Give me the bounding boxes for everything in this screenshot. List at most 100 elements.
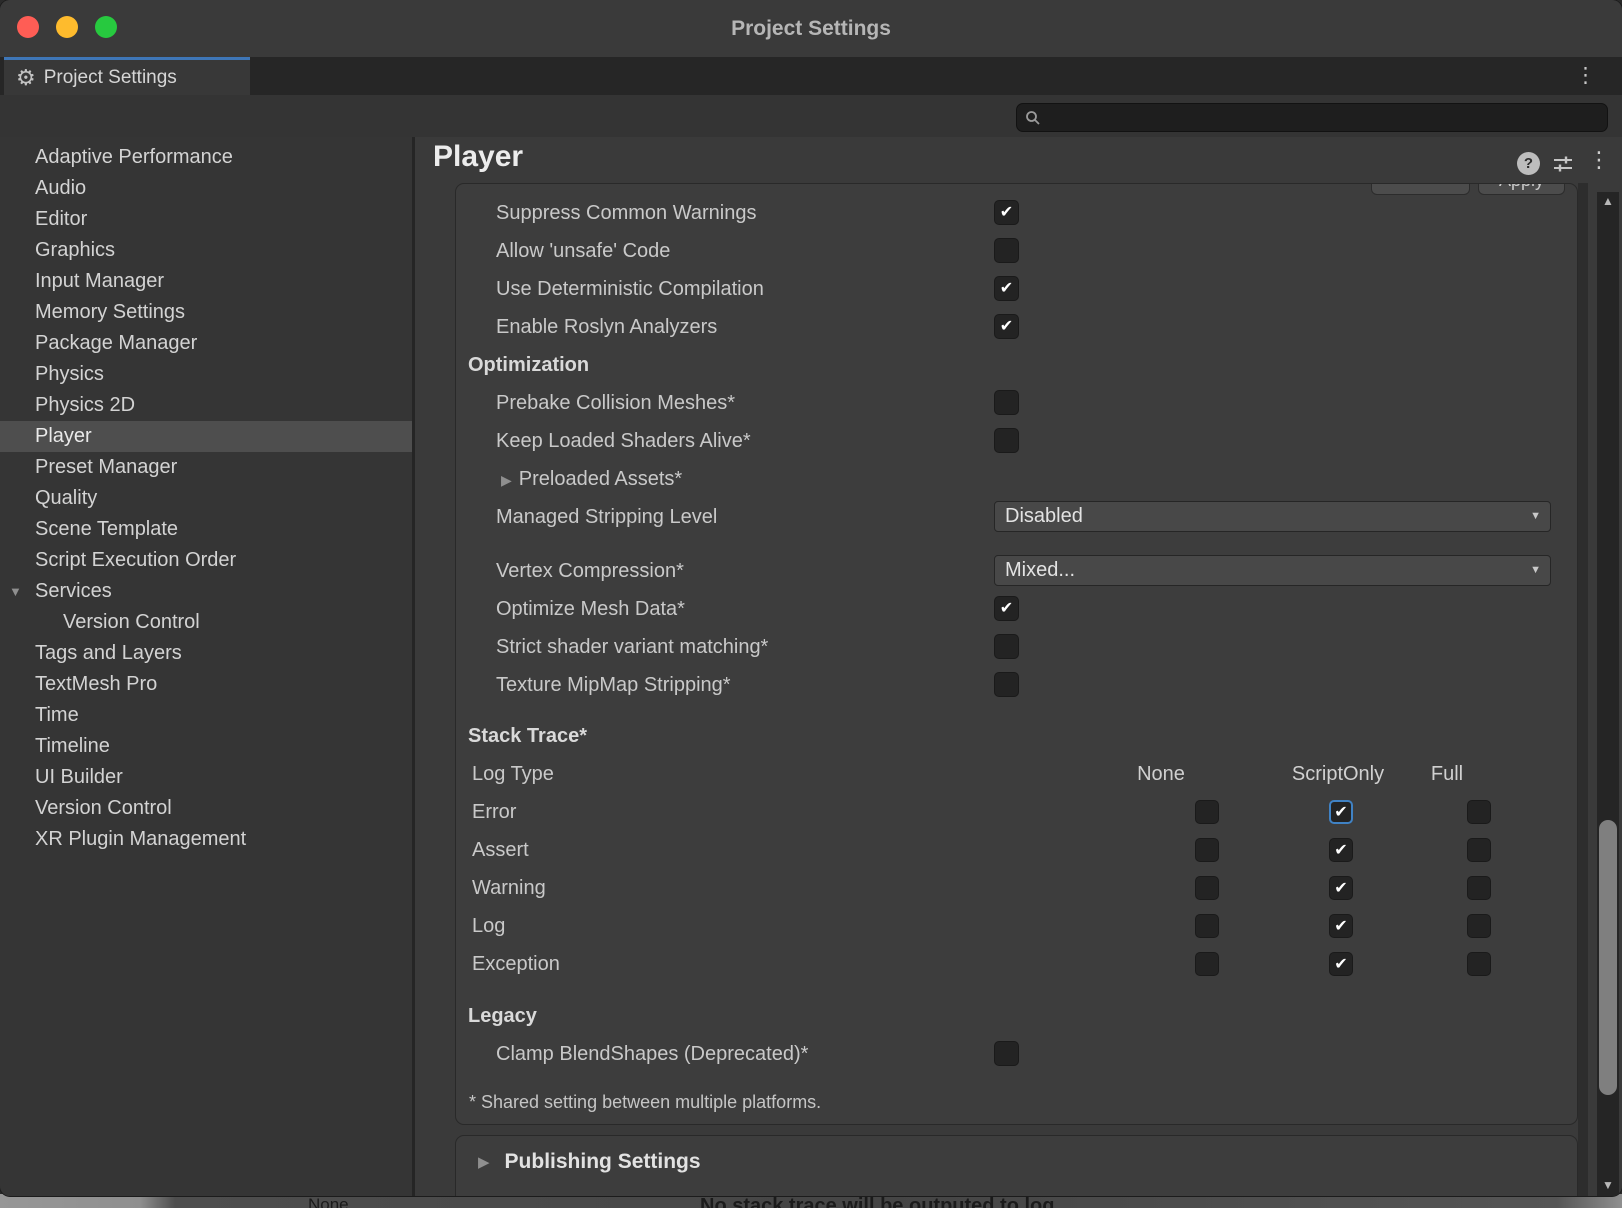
sidebar-item-player[interactable]: Player: [0, 421, 412, 452]
checkbox-full[interactable]: [1467, 876, 1491, 900]
checkbox[interactable]: ✔: [994, 314, 1019, 339]
column-header-none: None: [1137, 755, 1185, 793]
setting-row-clamp-blendshapes: Clamp BlendShapes (Deprecated)*: [456, 1035, 1577, 1073]
checkbox[interactable]: [994, 672, 1019, 697]
foldout-closed-icon[interactable]: ▶: [501, 472, 512, 488]
checkbox-none[interactable]: [1195, 952, 1219, 976]
sidebar-item-adaptive-performance[interactable]: Adaptive Performance: [0, 142, 412, 173]
sidebar-item-preset-manager[interactable]: Preset Manager: [0, 452, 412, 483]
sidebar-item-physics[interactable]: Physics: [0, 359, 412, 390]
sidebar-item-quality[interactable]: Quality: [0, 483, 412, 514]
sidebar-item-timeline[interactable]: Timeline: [0, 731, 412, 762]
sidebar-item-services-version-control[interactable]: Version Control: [0, 607, 412, 638]
foldout-closed-icon[interactable]: ▶: [478, 1153, 490, 1171]
foldout-open-icon[interactable]: ▼: [9, 576, 22, 607]
content-right-edge: [1578, 183, 1588, 1196]
sidebar-item-label: Services: [35, 580, 112, 602]
checkbox-scriptonly[interactable]: ✔: [1329, 914, 1353, 938]
checkbox-full[interactable]: [1467, 952, 1491, 976]
check-icon: ✔: [1330, 839, 1352, 862]
sidebar-item-ui-builder[interactable]: UI Builder: [0, 762, 412, 793]
tab-menu-kebab-icon[interactable]: ⋮: [1575, 57, 1596, 95]
sidebar-item-version-control[interactable]: Version Control: [0, 793, 412, 824]
settings-sidebar: Adaptive Performance Audio Editor Graphi…: [0, 137, 412, 1196]
screen: None No stack trace will be outputed to …: [0, 0, 1622, 1208]
minimize-button[interactable]: [56, 16, 78, 38]
sidebar-item-input-manager[interactable]: Input Manager: [0, 266, 412, 297]
tab-label: Project Settings: [44, 67, 177, 89]
checkbox-none[interactable]: [1195, 838, 1219, 862]
sidebar-item-services[interactable]: ▼ Services: [0, 576, 412, 607]
stack-trace-row-assert: Assert ✔: [456, 831, 1577, 869]
checkbox[interactable]: ✔: [994, 596, 1019, 621]
check-icon: ✔: [995, 201, 1018, 224]
checkbox[interactable]: [994, 428, 1019, 453]
sidebar-item-package-manager[interactable]: Package Manager: [0, 328, 412, 359]
chevron-down-icon: ▼: [1530, 502, 1541, 531]
checkbox[interactable]: ✔: [994, 276, 1019, 301]
publishing-settings-label: Publishing Settings: [505, 1150, 701, 1174]
window-title: Project Settings: [0, 0, 1622, 57]
preset-sliders-icon[interactable]: [1552, 153, 1574, 175]
setting-row-enable-roslyn-analyzers: Enable Roslyn Analyzers ✔: [456, 308, 1577, 346]
stack-trace-row-log: Log ✔: [456, 907, 1577, 945]
section-header-stack-trace: Stack Trace*: [456, 717, 1577, 755]
close-button[interactable]: [17, 16, 39, 38]
script-compilation-group: Apply Suppress Common Warnings ✔ Allow '…: [455, 183, 1578, 1125]
sidebar-item-time[interactable]: Time: [0, 700, 412, 731]
vertex-compression-dropdown[interactable]: Mixed... ▼: [994, 555, 1551, 586]
title-bar: Project Settings: [0, 0, 1622, 57]
checkbox-full[interactable]: [1467, 838, 1491, 862]
sidebar-item-tags-and-layers[interactable]: Tags and Layers: [0, 638, 412, 669]
scroll-up-arrow-icon[interactable]: ▲: [1597, 194, 1619, 208]
checkbox-scriptonly[interactable]: ✔: [1329, 838, 1353, 862]
checkbox-none[interactable]: [1195, 876, 1219, 900]
sidebar-item-script-execution-order[interactable]: Script Execution Order: [0, 545, 412, 576]
sidebar-item-memory-settings[interactable]: Memory Settings: [0, 297, 412, 328]
checkbox-scriptonly[interactable]: ✔: [1329, 800, 1353, 824]
section-header-optimization: Optimization: [456, 346, 1577, 384]
checkbox[interactable]: [994, 238, 1019, 263]
checkbox-scriptonly[interactable]: ✔: [1329, 876, 1353, 900]
check-icon: ✔: [995, 597, 1018, 620]
sidebar-list: Adaptive Performance Audio Editor Graphi…: [0, 137, 412, 855]
managed-stripping-level-dropdown[interactable]: Disabled ▼: [994, 501, 1551, 532]
zoom-button[interactable]: [95, 16, 117, 38]
checkbox[interactable]: ✔: [994, 200, 1019, 225]
sidebar-item-editor[interactable]: Editor: [0, 204, 412, 235]
section-header-label: Optimization: [456, 346, 1577, 384]
panel-menu-kebab-icon[interactable]: ⋮: [1588, 147, 1610, 173]
sidebar-item-graphics[interactable]: Graphics: [0, 235, 412, 266]
checkbox[interactable]: [994, 390, 1019, 415]
sidebar-item-audio[interactable]: Audio: [0, 173, 412, 204]
tab-project-settings[interactable]: ⚙ Project Settings: [4, 57, 250, 95]
sidebar-item-textmesh-pro[interactable]: TextMesh Pro: [0, 669, 412, 700]
search-input[interactable]: [1047, 105, 1597, 130]
log-type-row-label: Error: [456, 793, 1577, 831]
checkbox-none[interactable]: [1195, 914, 1219, 938]
publishing-settings-foldout[interactable]: ▶ Publishing Settings: [456, 1136, 1577, 1174]
vertical-scrollbar[interactable]: ▲ ▼: [1597, 192, 1619, 1196]
search-box[interactable]: [1016, 103, 1608, 132]
chevron-down-icon: ▼: [1530, 556, 1541, 585]
section-header-label: Legacy: [456, 997, 1577, 1035]
checkbox-full[interactable]: [1467, 914, 1491, 938]
page-title: Player: [433, 140, 523, 174]
sidebar-item-xr-plugin-management[interactable]: XR Plugin Management: [0, 824, 412, 855]
foldout-row-preloaded-assets[interactable]: ▶Preloaded Assets*: [456, 460, 1577, 498]
sidebar-item-scene-template[interactable]: Scene Template: [0, 514, 412, 545]
checkbox-full[interactable]: [1467, 800, 1491, 824]
checkbox-scriptonly[interactable]: ✔: [1329, 952, 1353, 976]
sidebar-item-physics-2d[interactable]: Physics 2D: [0, 390, 412, 421]
scrollbar-thumb[interactable]: [1599, 820, 1617, 1095]
search-row: [0, 95, 1622, 137]
setting-row-use-deterministic-compilation: Use Deterministic Compilation ✔: [456, 270, 1577, 308]
checkbox-none[interactable]: [1195, 800, 1219, 824]
help-icon[interactable]: ?: [1517, 152, 1540, 175]
setting-row-suppress-common-warnings: Suppress Common Warnings ✔: [456, 194, 1577, 232]
checkbox[interactable]: [994, 634, 1019, 659]
scroll-down-arrow-icon[interactable]: ▼: [1597, 1178, 1619, 1192]
checkbox[interactable]: [994, 1041, 1019, 1066]
setting-row-strict-shader-variant-matching: Strict shader variant matching*: [456, 628, 1577, 666]
setting-row-prebake-collision-meshes: Prebake Collision Meshes*: [456, 384, 1577, 422]
